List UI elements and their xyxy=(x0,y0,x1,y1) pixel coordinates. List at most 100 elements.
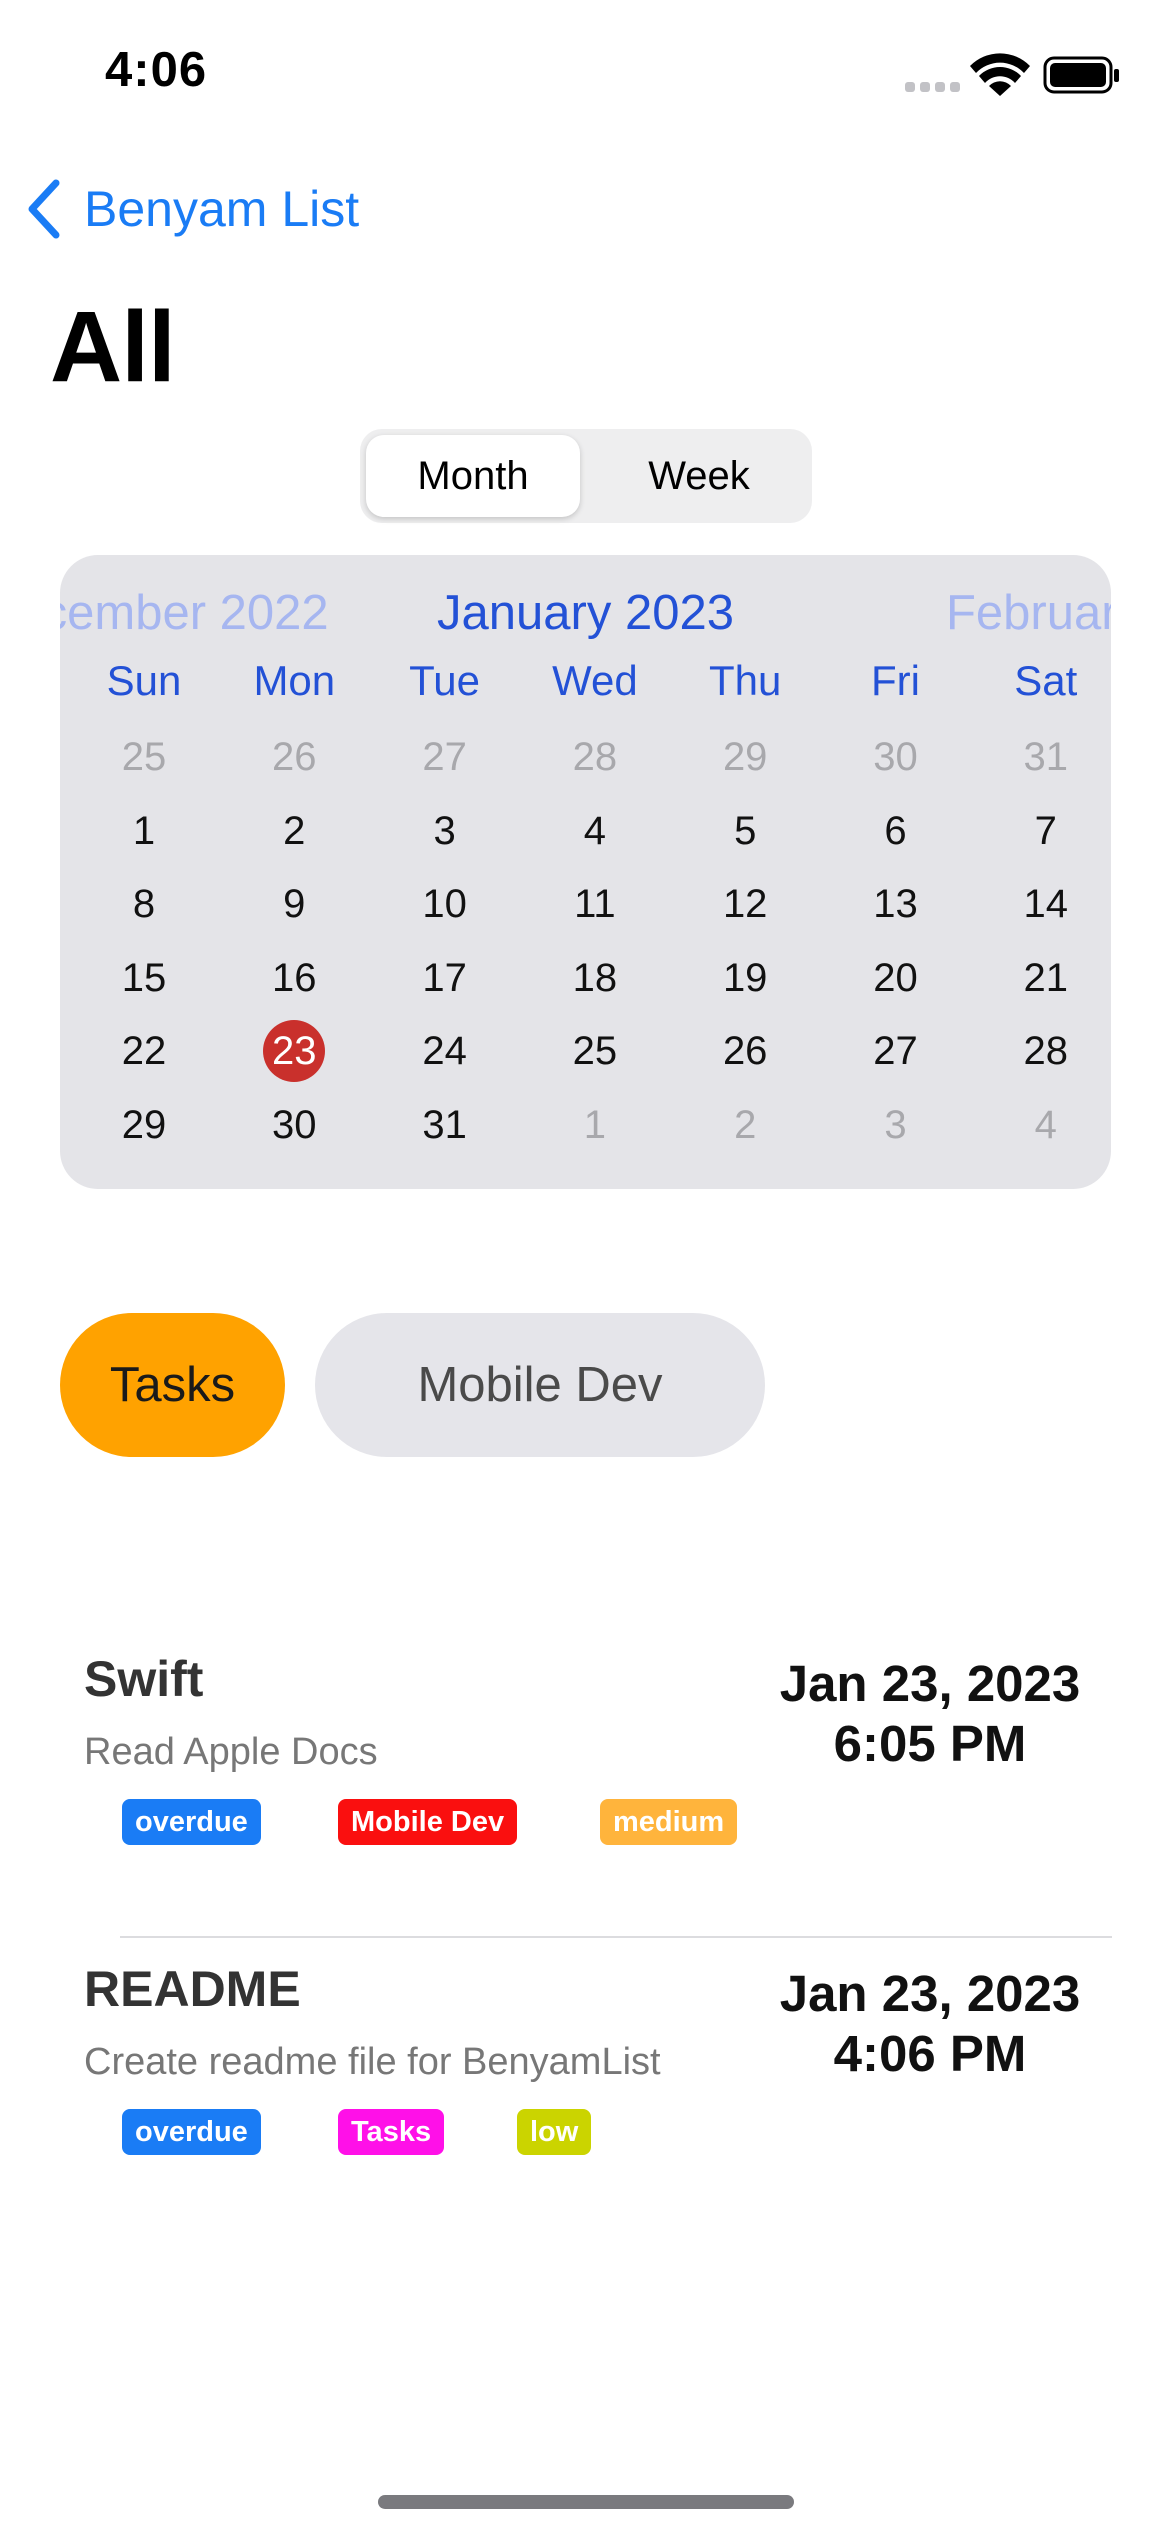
calendar-day[interactable]: 1 xyxy=(520,1094,670,1156)
calendar-day[interactable]: 9 xyxy=(219,873,369,935)
task-title: Swift xyxy=(84,1651,204,1707)
calendar-day-number: 11 xyxy=(574,882,616,927)
weekday-label: Tue xyxy=(409,657,480,704)
calendar-day[interactable]: 29 xyxy=(69,1094,219,1156)
back-button[interactable]: Benyam List xyxy=(24,176,359,242)
task-description: Read Apple Docs xyxy=(84,1731,378,1773)
calendar-day-number: 26 xyxy=(722,1029,768,1074)
filter-chip-mobile-dev[interactable]: Mobile Dev xyxy=(315,1313,765,1457)
calendar-day-number: 5 xyxy=(734,808,757,853)
segment-month[interactable]: Month xyxy=(366,435,580,517)
calendar-day[interactable]: 28 xyxy=(520,726,670,788)
calendar-day-number: 28 xyxy=(1023,1029,1069,1074)
calendar-day[interactable]: 21 xyxy=(971,947,1111,1009)
calendar-day[interactable]: 7 xyxy=(971,800,1111,862)
calendar-day-number: 3 xyxy=(433,808,456,853)
calendar-day[interactable]: 12 xyxy=(670,873,820,935)
calendar-day[interactable]: 26 xyxy=(219,726,369,788)
calendar-day[interactable]: 2 xyxy=(670,1094,820,1156)
view-mode-segmented-control: Month Week xyxy=(360,429,812,523)
calendar-day[interactable]: 2 xyxy=(219,800,369,862)
calendar-day[interactable]: 29 xyxy=(670,726,820,788)
calendar-day-number: 27 xyxy=(873,1029,918,1074)
calendar-day-number: 18 xyxy=(572,955,618,1000)
calendar-day-number: 19 xyxy=(722,955,768,1000)
weekday-label: Mon xyxy=(253,657,336,704)
calendar-day[interactable]: 27 xyxy=(370,726,520,788)
calendar-day[interactable]: 4 xyxy=(520,800,670,862)
chevron-left-icon xyxy=(28,179,60,239)
calendar-day[interactable]: 20 xyxy=(821,947,971,1009)
task-due: Jan 23, 2023 4:06 PM xyxy=(740,1964,1120,2084)
calendar-day[interactable]: 31 xyxy=(370,1094,520,1156)
calendar-day[interactable]: 1 xyxy=(69,800,219,862)
battery-icon xyxy=(1043,56,1119,94)
calendar-day-number: 2 xyxy=(734,1103,757,1147)
calendar-day-number: 13 xyxy=(873,882,918,927)
calendar-day[interactable]: 11 xyxy=(520,873,670,935)
weekday-label: Wed xyxy=(552,657,638,704)
calendar-day[interactable]: 18 xyxy=(520,947,670,1009)
calendar-day-number: 12 xyxy=(722,882,768,927)
calendar-day[interactable]: 25 xyxy=(520,1020,670,1082)
calendar-day[interactable]: 3 xyxy=(370,800,520,862)
calendar-day[interactable]: 17 xyxy=(370,947,520,1009)
filter-chip-tasks[interactable]: Tasks xyxy=(60,1313,285,1457)
tag-list: Tasks xyxy=(338,2109,445,2155)
calendar-day[interactable]: 16 xyxy=(219,947,369,1009)
calendar-day-number: 14 xyxy=(1023,882,1069,927)
calendar-day[interactable]: 27 xyxy=(821,1020,971,1082)
task-title: README xyxy=(84,1961,301,2017)
divider xyxy=(120,1936,1112,1938)
calendar-day[interactable]: 24 xyxy=(370,1020,520,1082)
task-due-time: 6:05 PM xyxy=(833,1715,1027,1772)
calendar-day[interactable]: 28 xyxy=(971,1020,1111,1082)
calendar-day[interactable]: 3 xyxy=(821,1094,971,1156)
calendar-day[interactable]: 30 xyxy=(821,726,971,788)
calendar-day[interactable]: 13 xyxy=(821,873,971,935)
calendar-day-number: 31 xyxy=(1023,735,1069,779)
calendar-day[interactable]: 6 xyxy=(821,800,971,862)
calendar-day-number: 30 xyxy=(873,735,918,779)
calendar-day[interactable]: 25 xyxy=(69,726,219,788)
weekday-label: Fri xyxy=(871,657,920,704)
calendar-day-number: 1 xyxy=(132,808,156,853)
calendar-day-number: 22 xyxy=(121,1029,167,1074)
weekday-label: Sun xyxy=(106,657,182,704)
weekday-label: Thu xyxy=(709,657,782,704)
calendar-day[interactable]: 15 xyxy=(69,947,219,1009)
calendar-day[interactable]: 30 xyxy=(219,1094,369,1156)
calendar-day-number: 10 xyxy=(422,882,467,927)
calendar-day-number: 17 xyxy=(422,955,467,1000)
home-indicator xyxy=(378,2495,794,2509)
calendar-day-number: 28 xyxy=(572,735,618,779)
weekday-label: Sat xyxy=(1014,657,1078,704)
tag-list: Mobile Dev xyxy=(338,1799,518,1845)
wifi-icon xyxy=(970,53,1030,96)
calendar-day[interactable]: 14 xyxy=(971,873,1111,935)
calendar-day[interactable]: 19 xyxy=(670,947,820,1009)
calendar-day[interactable]: 31 xyxy=(971,726,1111,788)
calendar-day-number: 25 xyxy=(121,735,167,779)
calendar-day-number: 16 xyxy=(272,955,317,1000)
calendar-day-number: 26 xyxy=(272,735,317,779)
task-due-time: 4:06 PM xyxy=(833,2025,1027,2082)
calendar: December 2022 January 2023 February 2023… xyxy=(60,555,1111,1189)
calendar-day-selected[interactable]: 23 xyxy=(219,1020,369,1083)
next-month-label[interactable]: February 2023 xyxy=(946,585,1111,641)
task-due-date: Jan 23, 2023 xyxy=(779,1655,1081,1712)
calendar-day[interactable]: 5 xyxy=(670,800,820,862)
calendar-day-number: 9 xyxy=(283,882,306,927)
calendar-day[interactable]: 26 xyxy=(670,1020,820,1082)
tag-status: overdue xyxy=(122,2109,261,2155)
calendar-day[interactable]: 8 xyxy=(69,873,219,935)
calendar-day-number: 25 xyxy=(572,1029,618,1074)
calendar-day-number: 2 xyxy=(283,808,306,853)
calendar-day[interactable]: 10 xyxy=(370,873,520,935)
calendar-day[interactable]: 4 xyxy=(971,1094,1111,1156)
calendar-day-number: 8 xyxy=(132,882,156,927)
calendar-day[interactable]: 22 xyxy=(69,1020,219,1082)
status-time: 4:06 xyxy=(105,43,208,97)
calendar-day-number: 23 xyxy=(263,1020,326,1083)
segment-week[interactable]: Week xyxy=(592,435,806,517)
